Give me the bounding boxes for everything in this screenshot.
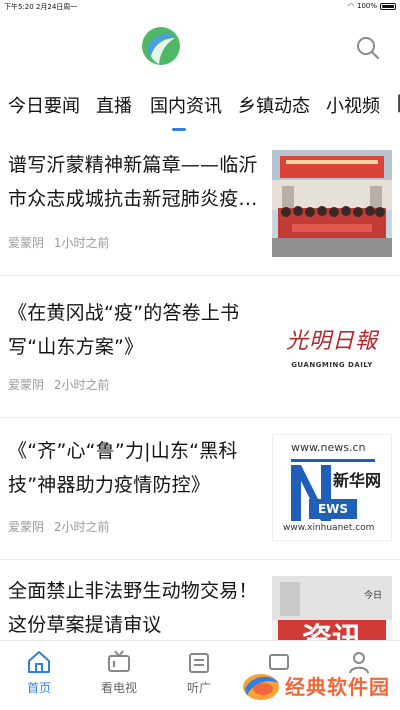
- news-source: 爱蒙阴: [8, 378, 45, 392]
- news-item[interactable]: 全面禁止非法野生动物交易！这份草案提请审议 今日 资讯: [0, 560, 400, 640]
- news-thumbnail[interactable]: 今日 资讯: [272, 576, 392, 640]
- watermark-text: 经典软件园: [285, 674, 390, 699]
- status-bar: 下午5:20 2月24日周一 ◠ 100%: [0, 0, 400, 14]
- news-source: 爱蒙阴: [8, 520, 45, 534]
- status-time-date: 下午5:20 2月24日周一: [4, 3, 78, 11]
- tab-today-headlines[interactable]: 今日要闻: [8, 92, 80, 118]
- news-title[interactable]: 谱写沂蒙精神新篇章——临沂市众志成城抗击新冠肺炎疫…: [8, 148, 264, 216]
- news-thumbnail[interactable]: [272, 150, 392, 257]
- nav-tv[interactable]: 看电视: [84, 649, 154, 696]
- news-time: 1小时之前: [53, 236, 110, 250]
- radio-icon: [189, 653, 209, 673]
- xinhua-brand: 新华网: [333, 471, 382, 490]
- tab-overflow: |: [396, 92, 400, 113]
- watermark: 经典软件园: [241, 664, 390, 706]
- nav-home[interactable]: 首页: [4, 649, 74, 696]
- guangming-logo-en: GUANGMING DAILY: [291, 360, 373, 369]
- tab-short-video[interactable]: 小视频: [326, 92, 380, 118]
- news-item[interactable]: 谱写沂蒙精神新篇章——临沂市众志成城抗击新冠肺炎疫… 爱蒙阴 1小时之前: [0, 134, 400, 276]
- xinhua-bottom-url: www.xinhuanet.com: [283, 523, 375, 533]
- wifi-icon: ◠: [347, 2, 354, 10]
- news-title[interactable]: 《在黄冈战“疫”的答卷上书写“山东方案”》: [8, 296, 264, 364]
- news-item[interactable]: 《“齐”心“鲁”力|山东“黑科技”神器助力疫情防控》 爱蒙阴 2小时之前 www…: [0, 418, 400, 560]
- search-icon[interactable]: [356, 36, 380, 60]
- app-header: [0, 14, 400, 80]
- guangming-logo-cn: 光明日報: [285, 328, 378, 354]
- active-tab-indicator: [172, 128, 186, 131]
- xinhua-ews-badge: EWS: [309, 499, 357, 519]
- thumb-corner-text: 今日: [363, 591, 382, 601]
- tab-town-news[interactable]: 乡镇动态: [238, 92, 310, 118]
- news-time: 2小时之前: [53, 378, 110, 392]
- nav-label: 听广: [186, 681, 211, 695]
- app-logo-icon: [142, 27, 180, 65]
- news-meta: 爱蒙阴 1小时之前: [8, 234, 109, 251]
- tab-domestic-news[interactable]: 国内资讯: [150, 92, 222, 118]
- news-source: 爱蒙阴: [8, 236, 45, 250]
- news-title[interactable]: 全面禁止非法野生动物交易！这份草案提请审议: [8, 574, 264, 640]
- battery-icon: [380, 2, 396, 10]
- status-right: ◠ 100%: [348, 2, 396, 10]
- thumb-headline: 资讯: [278, 620, 386, 640]
- xinhua-divider: [291, 459, 375, 462]
- news-thumbnail[interactable]: www.news.cn 新华网 EWS www.xinhuanet.com: [272, 434, 392, 541]
- news-time: 2小时之前: [53, 520, 110, 534]
- battery-text: 100%: [356, 2, 377, 10]
- watermark-logo-icon: [243, 674, 279, 700]
- tab-live[interactable]: 直播: [96, 92, 132, 118]
- news-meta: 爱蒙阴 2小时之前: [8, 518, 109, 535]
- category-tabs: 今日要闻 直播 国内资讯 乡镇动态 小视频 |: [0, 80, 400, 134]
- tv-icon: [108, 650, 130, 672]
- news-item[interactable]: 《在黄冈战“疫”的答卷上书写“山东方案”》 爱蒙阴 2小时之前 光明日報 GUA…: [0, 276, 400, 418]
- home-icon: [28, 651, 50, 673]
- news-meta: 爱蒙阴 2小时之前: [8, 376, 109, 393]
- news-feed: 谱写沂蒙精神新篇章——临沂市众志成城抗击新冠肺炎疫… 爱蒙阴 1小时之前 《在黄…: [0, 134, 400, 640]
- news-title[interactable]: 《“齐”心“鲁”力|山东“黑科技”神器助力疫情防控》: [8, 434, 264, 502]
- nav-label: 首页: [26, 681, 51, 695]
- news-thumbnail[interactable]: 光明日報 GUANGMING DAILY: [272, 292, 392, 399]
- nav-radio[interactable]: 听广: [164, 649, 234, 696]
- xinhua-top-url: www.news.cn: [291, 441, 366, 454]
- nav-label: 看电视: [100, 681, 137, 695]
